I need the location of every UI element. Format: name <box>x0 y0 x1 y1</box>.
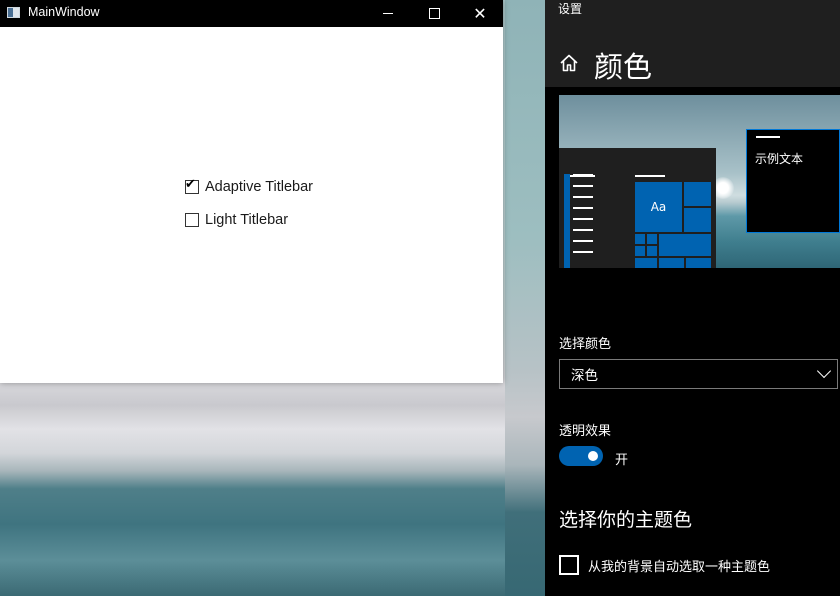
settings-window-title: 设置 <box>558 2 583 16</box>
preview-tile <box>647 246 657 256</box>
checkbox-box[interactable] <box>185 213 199 227</box>
settings-window: 设置 颜色 Aa 示例文本 选择颜色 深色 透明效果 开 选择你的主题色 从我的… <box>545 0 840 596</box>
dropdown-value: 深色 <box>571 368 598 384</box>
main-window: MainWindow ✕ ✔ Adaptive Titlebar Light T… <box>0 0 503 383</box>
light-titlebar-checkbox[interactable]: Light Titlebar <box>185 212 288 228</box>
preview-sample-text: 示例文本 <box>755 152 804 166</box>
checkbox-label: Light Titlebar <box>205 212 289 228</box>
preview-tile: Aa <box>635 182 682 232</box>
choose-color-label: 选择颜色 <box>559 337 612 352</box>
preview-line <box>635 175 665 177</box>
settings-header: 设置 颜色 <box>545 0 840 87</box>
preview-line <box>756 136 780 138</box>
auto-accent-checkbox[interactable] <box>559 555 579 575</box>
preview-tile <box>686 258 711 268</box>
preview-sidebar <box>564 174 570 268</box>
preview-tile <box>659 234 711 256</box>
preview-dark-window: Aa <box>559 148 716 268</box>
preview-sample-window: 示例文本 <box>746 129 840 233</box>
transparency-state: 开 <box>615 453 629 468</box>
maximize-button[interactable] <box>411 0 457 27</box>
client-area: ✔ Adaptive Titlebar Light Titlebar <box>0 27 503 383</box>
maximize-icon <box>428 8 440 19</box>
transparency-toggle[interactable] <box>559 446 603 466</box>
app-icon <box>7 7 20 18</box>
adaptive-titlebar-checkbox[interactable]: ✔ Adaptive Titlebar <box>185 176 314 195</box>
page-title: 颜色 <box>594 50 653 84</box>
preview-tile <box>684 182 711 206</box>
preview-tile <box>635 246 645 256</box>
preview-tile <box>647 234 657 244</box>
preview-tile <box>684 208 711 232</box>
minimize-button[interactable] <box>365 0 411 27</box>
preview-tile <box>635 258 657 268</box>
close-icon: ✕ <box>473 3 487 23</box>
home-icon[interactable] <box>559 53 579 73</box>
title-bar[interactable]: MainWindow ✕ <box>0 0 503 27</box>
auto-accent-label[interactable]: 从我的背景自动选取一种主题色 <box>588 556 770 575</box>
minimize-icon <box>383 13 393 14</box>
checkbox-label: Adaptive Titlebar <box>205 179 314 195</box>
choose-color-dropdown[interactable]: 深色 <box>559 359 838 389</box>
accent-color-heading: 选择你的主题色 <box>559 509 693 531</box>
check-icon: ✔ <box>185 176 196 191</box>
checkbox-box[interactable]: ✔ <box>185 176 199 194</box>
preview-tile <box>659 258 684 268</box>
preview-tile <box>635 234 645 244</box>
preview-menu-lines <box>573 174 593 262</box>
toggle-knob <box>588 451 598 461</box>
theme-preview: Aa 示例文本 <box>559 95 840 268</box>
window-title: MainWindow <box>28 5 100 19</box>
close-button[interactable]: ✕ <box>457 0 503 27</box>
wallpaper-strip <box>505 0 545 596</box>
transparency-label: 透明效果 <box>559 424 612 439</box>
chevron-down-icon <box>816 363 832 379</box>
